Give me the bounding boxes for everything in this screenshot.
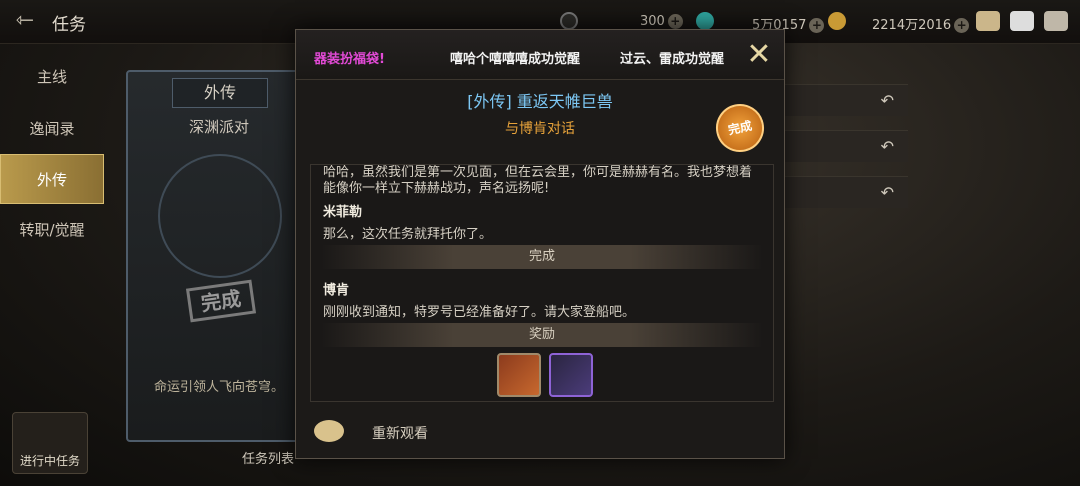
dialogue-log[interactable]: 哈哈，虽然我们是第一次见面，但在云会里，你可是赫赫有名。我也梦想着 能像你一样立…: [310, 164, 774, 402]
card-header: 外传: [172, 78, 268, 108]
sidebar-item-main[interactable]: 主线: [0, 52, 104, 102]
add-coin-button[interactable]: +: [954, 18, 970, 33]
card-subtitle: 深渊派对: [188, 118, 249, 136]
gold-icon: [828, 12, 846, 30]
announcement-ticker: 器装扮福袋! 嘻哈个嘻嘻嘻成功觉醒 过云、雷成功觉醒 ✕: [296, 30, 784, 80]
dialogue-line: 能像你一样立下赫赫战功，声名远扬呢!: [323, 181, 550, 196]
gem-icon: [696, 12, 714, 30]
scroll-emblem-icon: [158, 154, 282, 278]
sidebar-item-label: 主线: [36, 68, 67, 86]
add-gem-button[interactable]: +: [667, 14, 683, 29]
return-icon: ↶: [880, 183, 894, 202]
quest-objective: 与博肯对话: [505, 121, 575, 137]
list-item[interactable]: ↶: [780, 130, 908, 162]
gem-value: 300: [640, 14, 665, 29]
sidebar-item-label: 外传: [36, 171, 67, 189]
speech-bubble-icon[interactable]: [314, 420, 344, 442]
dialogue-line: 那么，这次任务就拜托你了。: [323, 227, 493, 242]
active-task-label: 进行中任务: [19, 454, 80, 468]
dialogue-line: 刚刚收到通知，特罗号已经准备好了。请大家登船吧。: [323, 305, 636, 320]
sidebar-item-side-story[interactable]: 外传: [0, 154, 104, 204]
speaker-name: 博肯: [323, 283, 350, 298]
currency-icon: [560, 12, 578, 30]
chat-icon[interactable]: [1044, 11, 1068, 31]
bag-icon[interactable]: [976, 11, 1000, 31]
completed-stamp: 完成: [185, 279, 257, 323]
return-icon: ↶: [880, 137, 894, 156]
close-icon[interactable]: ✕: [742, 40, 776, 70]
ticker-message: 器装扮福袋!: [314, 52, 385, 67]
sidebar-item-awakening[interactable]: 转职/觉醒: [0, 205, 104, 255]
list-item[interactable]: ↶: [780, 176, 908, 208]
gem-count: 300 +: [640, 14, 683, 29]
sidebar-item-label: 转职/觉醒: [19, 221, 85, 239]
reward-box-icon[interactable]: [497, 353, 541, 397]
quest-title: [外传] 重返天帷巨兽: [467, 92, 613, 111]
replay-button[interactable]: 重新观看: [372, 423, 428, 443]
speaker-name: 米菲勒: [323, 205, 363, 220]
page-title: 任务: [52, 15, 86, 35]
quest-detail-dialog: 器装扮福袋! 嘻哈个嘻嘻嘻成功觉醒 过云、雷成功觉醒 ✕ [外传] 重返天帷巨兽…: [295, 29, 785, 459]
ticker-message: 嘻哈个嘻嘻嘻成功觉醒: [450, 52, 581, 67]
section-divider: 完成: [321, 245, 763, 269]
task-list-button[interactable]: 任务列表: [242, 448, 294, 467]
back-arrow-icon[interactable]: ⇽: [6, 4, 44, 38]
reward-accessory-icon[interactable]: [549, 353, 593, 397]
add-gold-button[interactable]: +: [809, 18, 825, 33]
sidebar-item-anecdotes[interactable]: 逸闻录: [0, 104, 104, 154]
mail-icon[interactable]: [1010, 11, 1034, 31]
card-footer-text: 命运引领人飞向苍穹。: [153, 380, 284, 395]
coin-count: 2214万2016 +: [872, 14, 970, 33]
return-icon: ↶: [880, 91, 894, 110]
list-item[interactable]: ↶: [780, 84, 908, 116]
quest-card[interactable]: 外传 深渊派对 完成 命运引领人飞向苍穹。: [126, 70, 312, 442]
section-divider: 奖励: [321, 323, 763, 347]
ticker-message: 过云、雷成功觉醒: [620, 52, 725, 67]
coin-value: 2214万2016: [872, 18, 952, 33]
active-task-button[interactable]: 进行中任务: [12, 412, 88, 474]
sidebar-item-label: 逸闻录: [29, 120, 75, 138]
